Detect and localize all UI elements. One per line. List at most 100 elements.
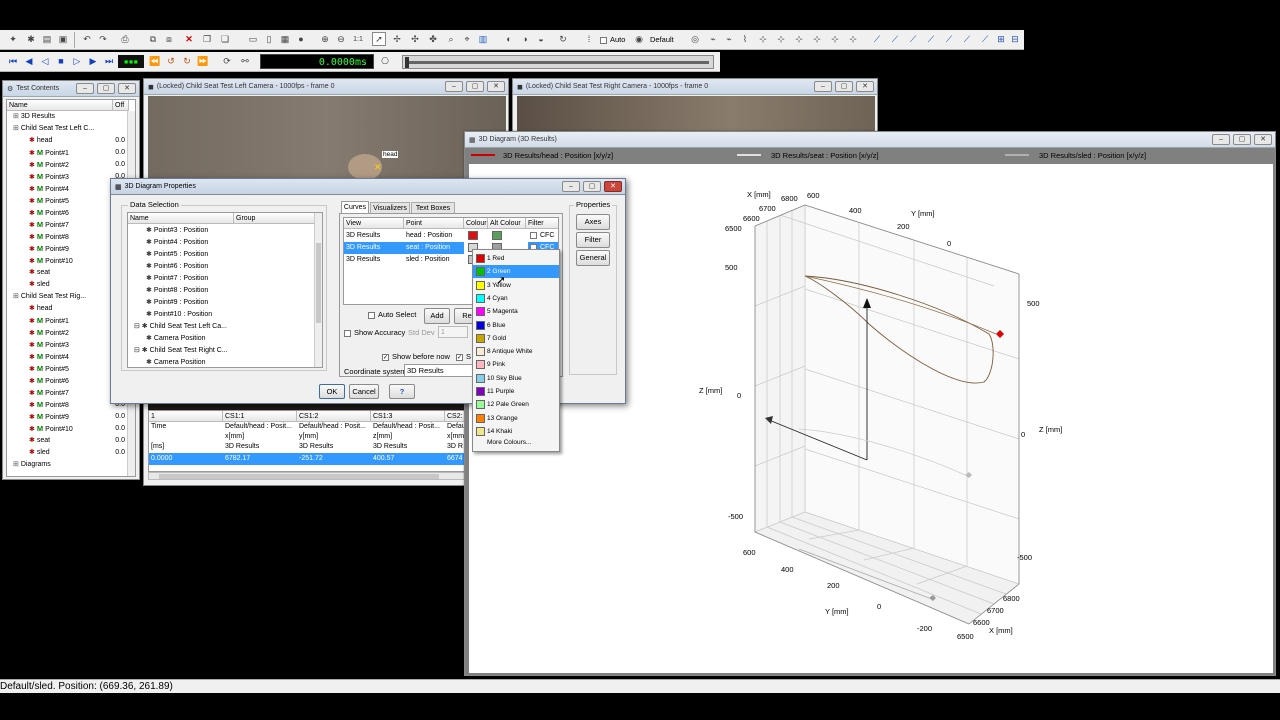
last-frame-icon[interactable]: ⏭ <box>102 54 116 68</box>
data-tree-item[interactable]: ✱ Point#10 : Position <box>128 309 314 321</box>
colour-menu-item[interactable]: 11 Purple <box>473 385 559 398</box>
data-tree-item[interactable]: ✱ Point#6 : Position <box>128 261 314 273</box>
colour-menu-item[interactable]: 12 Pale Green <box>473 398 559 411</box>
data-tree-item[interactable]: ✱ Point#7 : Position <box>128 273 314 285</box>
magnifier-icon[interactable]: ⌕ <box>444 32 458 46</box>
timeline-slider[interactable] <box>402 55 714 69</box>
more-colours-item[interactable]: More Colours... <box>487 439 531 446</box>
tree-item[interactable]: ⊞ Child Seat Test Left C... <box>7 123 129 135</box>
grid-icon[interactable]: ⁞ <box>582 32 596 46</box>
curve-tool-8-icon[interactable]: ⊹ <box>828 32 842 46</box>
sync-icon[interactable]: ⟳ <box>220 54 234 68</box>
close-button[interactable]: ✕ <box>604 181 622 192</box>
table-cell[interactable]: 3D Results <box>371 442 445 452</box>
close-button[interactable]: ✕ <box>118 83 136 94</box>
col-group-header[interactable]: Group <box>234 213 316 224</box>
pointer-icon[interactable]: ➚ <box>372 32 386 46</box>
general-button[interactable]: General <box>576 250 610 266</box>
data-tree-item[interactable]: ⊟ ✱ Child Seat Test Left Ca... <box>128 321 314 333</box>
minimize-button[interactable]: – <box>76 83 94 94</box>
col-name-header[interactable]: Name <box>7 100 113 111</box>
table-header[interactable]: CS1:1 <box>223 411 297 422</box>
tab-visualizers[interactable]: Visualizers <box>370 202 410 213</box>
colour-menu-item[interactable]: 5 Magenta <box>473 305 559 318</box>
minimize-button[interactable]: – <box>1212 134 1230 145</box>
curve-column-header[interactable]: Colour <box>464 218 488 229</box>
table-cell[interactable]: z[mm] <box>371 432 445 442</box>
step-forward-icon[interactable]: ▷ <box>70 54 84 68</box>
table-header[interactable]: 1 <box>149 411 223 422</box>
play-icon[interactable]: ▶ <box>86 54 100 68</box>
chart-tool-1-icon[interactable]: ⟋ <box>870 32 884 46</box>
redo-icon[interactable]: ↷ <box>96 32 110 46</box>
help-button[interactable]: ? <box>389 384 415 399</box>
tree-vscroll[interactable] <box>314 213 322 367</box>
new-icon[interactable]: ✦ <box>6 32 20 46</box>
table-cell[interactable]: Default/head : Posit... <box>223 422 297 432</box>
tree-item[interactable]: ✱ M Point#1 0.0 <box>7 147 129 159</box>
data-tree-item[interactable]: ✱ Point#3 : Position <box>128 225 314 237</box>
timeline-thumb[interactable] <box>405 57 409 68</box>
colour-menu-item[interactable]: 9 Pink <box>473 358 559 371</box>
tree-item[interactable]: ⊞ 3D Results <box>7 111 129 123</box>
colour-menu-item[interactable]: 1 Red <box>473 252 559 265</box>
link-icon[interactable]: ⚯ <box>238 54 252 68</box>
bubble2-icon[interactable]: ◑ <box>518 32 532 46</box>
zoom-in-icon[interactable]: ⊕ <box>318 32 332 46</box>
colour-menu-item[interactable]: 8 Antique White <box>473 345 559 358</box>
chart-tool-2-icon[interactable]: ⟋ <box>888 32 902 46</box>
auto-select-checkbox[interactable]: Auto Select <box>368 310 416 319</box>
bar-chart-icon[interactable]: ▥ <box>476 32 490 46</box>
chart-tool-9-icon[interactable]: ⊟ <box>1008 32 1022 46</box>
zoom-1-1-button[interactable]: 1:1 <box>350 32 366 46</box>
table-cell[interactable]: 3D Results <box>297 442 371 452</box>
chart-tool-3-icon[interactable]: ⟋ <box>906 32 920 46</box>
curve-tool-4-icon[interactable]: ⊹ <box>756 32 770 46</box>
tree-item[interactable]: ✱ seat 0.0 <box>7 435 129 447</box>
close-button[interactable]: ✕ <box>487 81 505 92</box>
tree-item[interactable]: ✱ head 0.0 <box>7 135 129 147</box>
track-tool-icon[interactable]: ✣ <box>408 32 422 46</box>
data-tree-item[interactable]: ✱ Point#8 : Position <box>128 285 314 297</box>
undo-icon[interactable]: ↶ <box>80 32 94 46</box>
close-button[interactable]: ✕ <box>856 81 874 92</box>
copy-icon[interactable]: ⧉ <box>146 32 160 46</box>
data-tree-item[interactable]: ⊟ ✱ Child Seat Test Right C... <box>128 345 314 357</box>
maximize-button[interactable]: ▢ <box>1233 134 1251 145</box>
table-cell[interactable]: Default/head : Posit... <box>297 422 371 432</box>
paste-data-icon[interactable]: ❏ <box>218 32 232 46</box>
camera-icon[interactable]: ◎ <box>688 32 702 46</box>
tree-item[interactable]: ✱ M Point#9 0.0 <box>7 411 129 423</box>
curve-tool-3-icon[interactable]: ⌇ <box>738 32 752 46</box>
record-icon[interactable]: ● <box>294 32 308 46</box>
curve-tool-2-icon[interactable]: ⌁ <box>722 32 736 46</box>
refresh-icon[interactable]: ↻ <box>556 32 570 46</box>
data-tree-item[interactable]: ✱ Point#9 : Position <box>128 297 314 309</box>
ok-button[interactable]: OK <box>319 384 345 399</box>
chart-tool-8-icon[interactable]: ⊞ <box>994 32 1008 46</box>
minimize-button[interactable]: – <box>562 181 580 192</box>
paste-icon[interactable]: ⧈ <box>162 32 176 46</box>
table-cell[interactable] <box>149 432 223 442</box>
tree-item[interactable]: ⊞ Diagrams <box>7 459 129 471</box>
frame-split-icon[interactable]: ▯ <box>262 32 276 46</box>
curve-column-header[interactable]: View <box>344 218 404 229</box>
default-label[interactable]: Default <box>650 35 674 44</box>
col-off-header[interactable]: Off <box>113 100 129 111</box>
colour-menu-item[interactable]: 3 Yellow <box>473 279 559 292</box>
table-cell[interactable]: 0.0000 <box>149 453 223 465</box>
minimize-button[interactable]: – <box>814 81 832 92</box>
measure-tool-icon[interactable]: ✤ <box>426 32 440 46</box>
zoom-out-icon[interactable]: ⊖ <box>334 32 348 46</box>
step-back-icon[interactable]: ◁ <box>38 54 52 68</box>
save-icon[interactable]: ▣ <box>56 32 70 46</box>
col-name-header[interactable]: Name <box>128 213 234 224</box>
folder-icon[interactable]: ▤ <box>40 32 54 46</box>
curve-colour-swatch[interactable] <box>468 231 478 240</box>
table-cell[interactable]: 400.57 <box>371 453 445 465</box>
table-cell[interactable]: 6782.17 <box>223 453 297 465</box>
colour-menu-item[interactable]: 13 Orange <box>473 412 559 425</box>
curve-column-header[interactable]: Alt Colour <box>488 218 526 229</box>
table-cell[interactable]: Time <box>149 422 223 432</box>
default-icon[interactable]: ◉ <box>632 32 646 46</box>
